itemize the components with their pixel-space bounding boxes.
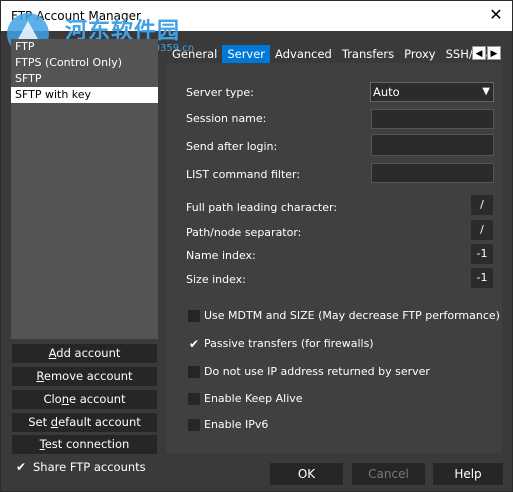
- test-connection-button[interactable]: Test connection: [12, 435, 157, 454]
- send-after-login-label: Send after login:: [186, 140, 278, 153]
- share-accounts-checkbox[interactable]: ✔ Share FTP accounts: [15, 460, 146, 474]
- ok-button[interactable]: OK: [270, 463, 343, 485]
- size-index-label: Size index:: [186, 273, 246, 286]
- full-path-leading-char-input[interactable]: /: [471, 195, 493, 215]
- option-label: Enable IPv6: [204, 418, 269, 431]
- option-label: Passive transfers (for firewalls): [204, 337, 374, 350]
- full-path-leading-char-label: Full path leading character:: [186, 201, 338, 214]
- clone-account-button[interactable]: Clone account: [12, 390, 157, 409]
- tab-advanced[interactable]: Advanced: [270, 45, 337, 63]
- server-type-label: Server type:: [186, 86, 254, 99]
- tab-general[interactable]: General: [167, 45, 222, 63]
- send-after-login-input[interactable]: [371, 134, 494, 156]
- name-index-label: Name index:: [186, 249, 256, 262]
- button-label: Clo: [43, 392, 62, 406]
- tab-scroll-left-icon[interactable]: ◀: [472, 46, 486, 60]
- tab-transfers[interactable]: Transfers: [337, 45, 399, 63]
- share-accounts-label: Share FTP accounts: [33, 460, 146, 474]
- ignore-server-ip-checkbox[interactable]: Do not use IP address returned by server: [188, 365, 430, 378]
- path-separator-label: Path/node separator:: [186, 226, 302, 239]
- checkbox-box: [188, 309, 200, 322]
- account-item[interactable]: FTPS (Control Only): [11, 55, 158, 71]
- button-label: dd account: [56, 346, 121, 360]
- tab-proxy[interactable]: Proxy: [399, 45, 441, 63]
- checkmark-icon: ✔: [188, 336, 200, 351]
- enable-ipv6-checkbox[interactable]: Enable IPv6: [188, 418, 268, 431]
- enable-keep-alive-checkbox[interactable]: Enable Keep Alive: [188, 392, 303, 405]
- tab-bar: General Server Advanced Transfers Proxy …: [167, 45, 499, 63]
- account-item-selected[interactable]: SFTP with key: [11, 87, 158, 103]
- server-settings-panel: Server type: Auto ▼ Session name: Send a…: [166, 63, 502, 453]
- close-icon[interactable]: ✕: [486, 5, 506, 25]
- size-index-input[interactable]: -1: [471, 268, 493, 288]
- session-name-label: Session name:: [186, 112, 267, 125]
- chevron-down-icon: ▼: [482, 86, 490, 97]
- access-key: R: [36, 369, 44, 383]
- ftp-account-manager-window: FTP Account Manager ✕ 河东软件园 www.pc0359.c…: [0, 0, 513, 492]
- remove-account-button[interactable]: Remove account: [12, 367, 157, 386]
- use-mdtm-size-checkbox[interactable]: Use MDTM and SIZE (May decrease FTP perf…: [188, 309, 500, 322]
- account-item[interactable]: FTP: [11, 39, 158, 55]
- tab-scroll-right-icon[interactable]: ▶: [487, 46, 501, 60]
- button-label: est connection: [44, 437, 130, 451]
- passive-transfers-checkbox[interactable]: ✔ Passive transfers (for firewalls): [188, 337, 374, 350]
- path-separator-input[interactable]: /: [471, 220, 493, 240]
- server-type-value: Auto: [373, 85, 400, 99]
- button-label: Set: [28, 415, 51, 429]
- button-label: efault account: [58, 415, 141, 429]
- title-bar: FTP Account Manager ✕: [1, 1, 512, 31]
- server-type-select[interactable]: Auto ▼: [370, 82, 494, 102]
- list-command-filter-label: LIST command filter:: [186, 168, 301, 181]
- list-command-filter-input[interactable]: [371, 163, 494, 183]
- button-label: e account: [69, 392, 126, 406]
- set-default-account-button[interactable]: Set default account: [12, 413, 157, 432]
- session-name-input[interactable]: [371, 109, 494, 129]
- name-index-input[interactable]: -1: [471, 244, 493, 264]
- option-label: Enable Keep Alive: [204, 392, 303, 405]
- access-key: n: [61, 392, 69, 406]
- account-item[interactable]: SFTP: [11, 71, 158, 87]
- checkmark-icon: ✔: [15, 460, 27, 474]
- window-title: FTP Account Manager: [11, 9, 141, 23]
- button-label: emove account: [43, 369, 133, 383]
- checkbox-box: [188, 365, 200, 378]
- option-label: Use MDTM and SIZE (May decrease FTP perf…: [204, 309, 500, 322]
- help-button[interactable]: Help: [433, 463, 503, 485]
- cancel-button[interactable]: Cancel: [352, 463, 425, 485]
- checkbox-box: [188, 418, 200, 431]
- tab-scroll: ◀ ▶: [472, 46, 501, 60]
- checkbox-box: [188, 392, 200, 405]
- access-key: d: [50, 415, 59, 429]
- option-label: Do not use IP address returned by server: [204, 365, 430, 378]
- add-account-button[interactable]: Add account: [12, 344, 157, 363]
- tab-server[interactable]: Server: [222, 45, 271, 63]
- account-list[interactable]: FTP FTPS (Control Only) SFTP SFTP with k…: [11, 39, 158, 339]
